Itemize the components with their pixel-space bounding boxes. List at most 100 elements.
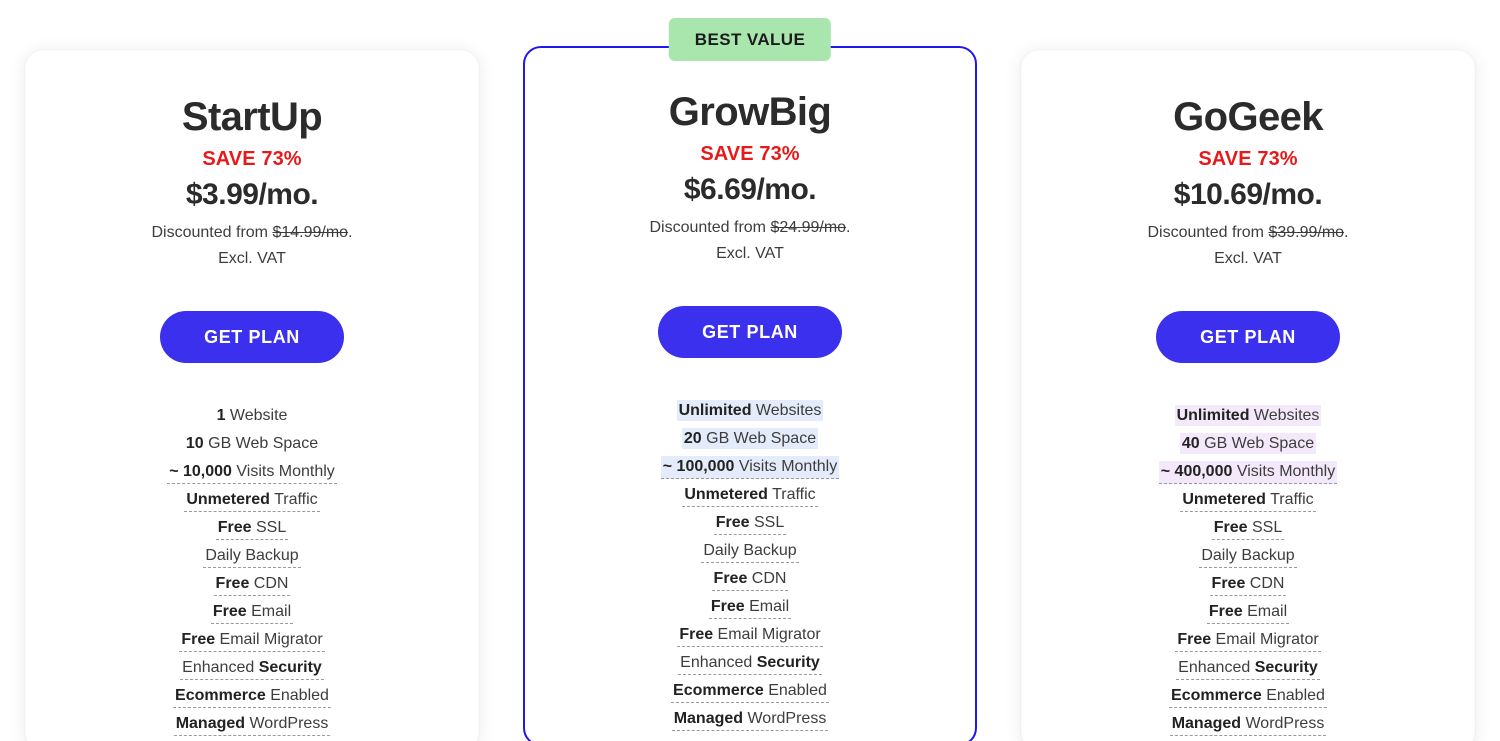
feature-item[interactable]: Ecommerce Enabled bbox=[54, 684, 450, 708]
plan-header: GoGeek SAVE 73% $10.69/mo. Discounted from … bbox=[1050, 95, 1446, 271]
feature-item[interactable]: Free Email bbox=[54, 600, 450, 624]
feature-item[interactable]: Unmetered Traffic bbox=[54, 488, 450, 512]
feature-rest-text: Enabled bbox=[265, 686, 329, 704]
feature-highlight-word: Free bbox=[1177, 630, 1212, 648]
feature-highlight-word: Free bbox=[181, 630, 216, 648]
feature-rest-text: SSL bbox=[251, 518, 287, 536]
get-plan-button-gogeek[interactable]: GET PLAN bbox=[1156, 310, 1340, 363]
feature-highlight-word: Unmetered bbox=[1182, 490, 1266, 508]
feature-item[interactable]: Daily Backup bbox=[553, 539, 947, 563]
feature-highlight-word: 20 bbox=[683, 429, 702, 447]
feature-item[interactable]: ~ 100,000 Visits Monthly bbox=[553, 455, 947, 479]
discount-prefix: Discounted from bbox=[1147, 223, 1269, 241]
feature-text: Daily Backup bbox=[1199, 544, 1297, 568]
discount-suffix: . bbox=[846, 218, 851, 236]
feature-rest-text: Enhanced bbox=[1178, 658, 1255, 676]
feature-rest-text: CDN bbox=[249, 574, 289, 592]
feature-item[interactable]: Enhanced Security bbox=[54, 656, 450, 680]
feature-highlight-word: Ecommerce bbox=[673, 681, 764, 699]
feature-highlight-word: Unlimited bbox=[1176, 406, 1250, 424]
feature-item: 1 Website bbox=[54, 407, 450, 424]
plan-name: StartUp bbox=[181, 95, 323, 139]
plan-card-startup[interactable]: StartUp SAVE 73% $3.99/mo. Discounted from … bbox=[25, 50, 479, 741]
original-price: $39.99/mo bbox=[1268, 223, 1345, 241]
feature-rest-text: Enabled bbox=[1261, 686, 1325, 704]
plan-header: GrowBig SAVE 73% $6.69/mo. Discounted from … bbox=[553, 90, 947, 266]
feature-highlight-word: 40 bbox=[1181, 434, 1200, 452]
feature-rest-text: Daily Backup bbox=[703, 541, 797, 559]
feature-item[interactable]: Ecommerce Enabled bbox=[553, 679, 947, 703]
feature-item: 10 GB Web Space bbox=[54, 435, 450, 452]
feature-text: ~ 400,000 Visits Monthly bbox=[1158, 460, 1338, 484]
feature-item[interactable]: Free SSL bbox=[54, 516, 450, 540]
plan-header: StartUp SAVE 73% $3.99/mo. Discounted from … bbox=[54, 95, 450, 271]
original-price: $14.99/mo bbox=[272, 223, 349, 241]
feature-rest-text: Daily Backup bbox=[1201, 546, 1295, 564]
feature-rest-text: CDN bbox=[1245, 574, 1285, 592]
plan-card-growbig[interactable]: BEST VALUE GrowBig SAVE 73% $6.69/mo. Discou… bbox=[523, 18, 977, 741]
feature-text: Free CDN bbox=[213, 572, 291, 596]
feature-rest-text: Visits Monthly bbox=[1232, 462, 1336, 480]
get-plan-button-growbig[interactable]: GET PLAN bbox=[658, 305, 842, 358]
feature-rest-text: SSL bbox=[749, 513, 785, 531]
feature-item[interactable]: Free CDN bbox=[54, 572, 450, 596]
feature-item[interactable]: Free Email bbox=[553, 595, 947, 619]
feature-highlight-word: Managed bbox=[1171, 714, 1242, 732]
feature-item: Unlimited Websites bbox=[1050, 404, 1446, 426]
plan-card-gogeek[interactable]: GoGeek SAVE 73% $10.69/mo. Discounted from … bbox=[1021, 50, 1475, 741]
feature-text: ~ 100,000 Visits Monthly bbox=[660, 455, 840, 479]
feature-item[interactable]: Free SSL bbox=[553, 511, 947, 535]
feature-rest-text: Enabled bbox=[763, 681, 827, 699]
feature-highlight-word: Unlimited bbox=[678, 401, 752, 419]
feature-text: Managed WordPress bbox=[671, 707, 829, 731]
plan-price: $6.69/mo. bbox=[683, 172, 817, 206]
discount-suffix: . bbox=[348, 223, 353, 241]
feature-item: 20 GB Web Space bbox=[553, 427, 947, 449]
pricing-plans-section: StartUp SAVE 73% $3.99/mo. Discounted from … bbox=[0, 0, 1500, 741]
feature-item: Unlimited Websites bbox=[553, 399, 947, 421]
feature-highlight-word: ~ 400,000 bbox=[1160, 462, 1233, 480]
feature-item[interactable]: Free Email Migrator bbox=[54, 628, 450, 652]
plan-save-badge: SAVE 73% bbox=[700, 142, 800, 165]
feature-item[interactable]: ~ 10,000 Visits Monthly bbox=[54, 460, 450, 484]
feature-item[interactable]: Free CDN bbox=[1050, 572, 1446, 596]
feature-text: Enhanced Security bbox=[678, 651, 822, 675]
feature-rest-text: Visits Monthly bbox=[231, 462, 335, 480]
plan-price: $3.99/mo. bbox=[185, 177, 319, 211]
feature-item[interactable]: Free Email Migrator bbox=[553, 623, 947, 647]
feature-item[interactable]: Enhanced Security bbox=[1050, 656, 1446, 680]
feature-highlight-word: Ecommerce bbox=[175, 686, 266, 704]
feature-item[interactable]: ~ 400,000 Visits Monthly bbox=[1050, 460, 1446, 484]
feature-highlight-word: Free bbox=[215, 574, 250, 592]
feature-rest-text: Visits Monthly bbox=[734, 457, 838, 475]
cta-container: GET PLAN bbox=[553, 305, 947, 358]
feature-item[interactable]: Unmetered Traffic bbox=[1050, 488, 1446, 512]
feature-item[interactable]: Free Email bbox=[1050, 600, 1446, 624]
discount-prefix: Discounted from bbox=[151, 223, 273, 241]
feature-text: Ecommerce Enabled bbox=[173, 684, 331, 708]
feature-text: Ecommerce Enabled bbox=[671, 679, 829, 703]
feature-highlight-word: Managed bbox=[673, 709, 744, 727]
feature-item[interactable]: Free SSL bbox=[1050, 516, 1446, 540]
feature-item[interactable]: Daily Backup bbox=[54, 544, 450, 568]
feature-rest-text: GB Web Space bbox=[701, 429, 817, 447]
get-plan-button-startup[interactable]: GET PLAN bbox=[160, 310, 344, 363]
feature-item[interactable]: Daily Backup bbox=[1050, 544, 1446, 568]
feature-rest-text: Email Migrator bbox=[215, 630, 323, 648]
feature-item[interactable]: Managed WordPress bbox=[553, 707, 947, 731]
feature-highlight-word: Ecommerce bbox=[1171, 686, 1262, 704]
plan-save-badge: SAVE 73% bbox=[1198, 147, 1298, 170]
feature-item[interactable]: Free Email Migrator bbox=[1050, 628, 1446, 652]
feature-item[interactable]: Managed WordPress bbox=[1050, 712, 1446, 736]
feature-item[interactable]: Managed WordPress bbox=[54, 712, 450, 736]
plan-save-badge: SAVE 73% bbox=[202, 147, 302, 170]
feature-item[interactable]: Unmetered Traffic bbox=[553, 483, 947, 507]
feature-item[interactable]: Ecommerce Enabled bbox=[1050, 684, 1446, 708]
feature-item[interactable]: Enhanced Security bbox=[553, 651, 947, 675]
feature-item: 40 GB Web Space bbox=[1050, 432, 1446, 454]
feature-highlight-word: Free bbox=[1211, 574, 1246, 592]
feature-rest-text: Email bbox=[744, 597, 790, 615]
feature-highlight-word: Free bbox=[715, 513, 750, 531]
feature-text: Ecommerce Enabled bbox=[1169, 684, 1327, 708]
feature-item[interactable]: Free CDN bbox=[553, 567, 947, 591]
